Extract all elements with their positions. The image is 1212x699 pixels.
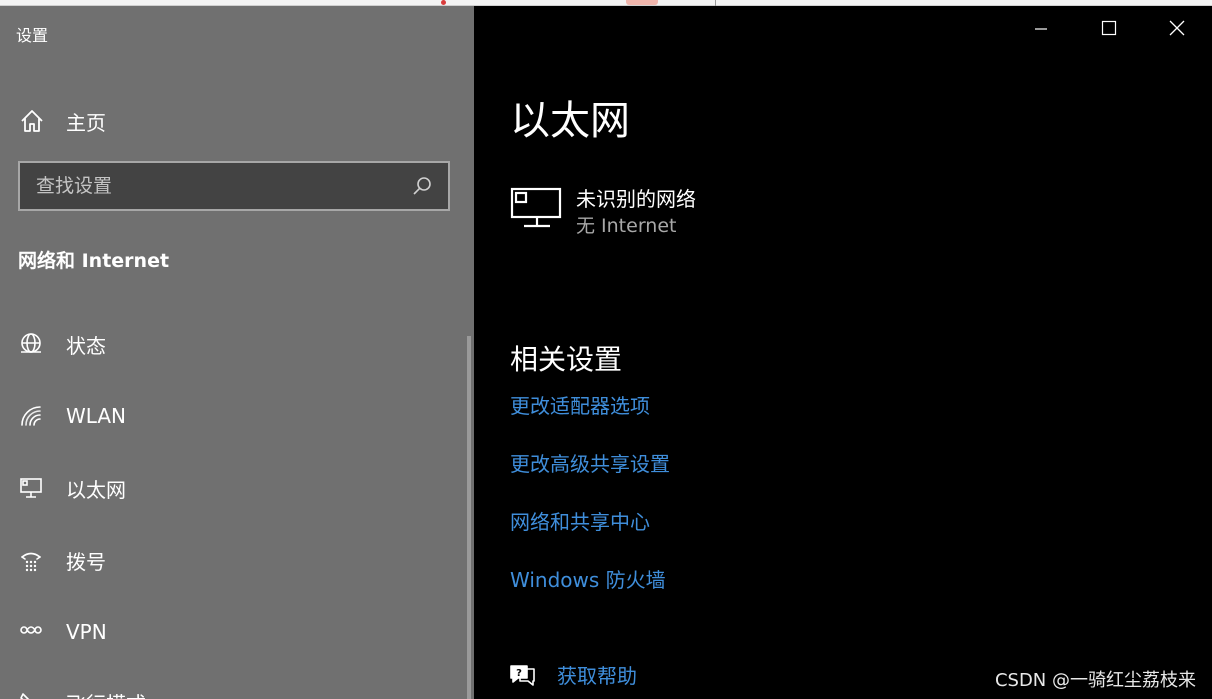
- maximize-button[interactable]: [1074, 6, 1144, 54]
- sidebar-item-label: 以太网: [66, 477, 126, 502]
- section-title: 网络和 Internet: [18, 250, 170, 272]
- search-input[interactable]: [36, 175, 410, 197]
- wifi-icon: [18, 403, 44, 429]
- sidebar-item-wlan[interactable]: WLAN: [18, 394, 458, 438]
- page-title: 以太网: [510, 98, 630, 144]
- link-network-sharing-center[interactable]: 网络和共享中心: [510, 506, 650, 535]
- link-windows-firewall[interactable]: Windows 防火墙: [510, 564, 666, 593]
- minimize-button[interactable]: [1006, 6, 1076, 54]
- vpn-icon: [18, 619, 44, 645]
- network-name: 未识别的网络: [576, 187, 696, 211]
- sidebar-item-label: WLAN: [66, 404, 127, 428]
- sidebar-item-ethernet[interactable]: 以太网: [18, 466, 458, 510]
- dialup-icon: [18, 547, 44, 573]
- related-settings-title: 相关设置: [510, 343, 623, 376]
- svg-text:?: ?: [516, 668, 522, 679]
- ethernet-icon: [18, 475, 44, 501]
- help-chat-icon: ?: [508, 661, 536, 689]
- search-box[interactable]: [18, 161, 450, 211]
- watermark: CSDN @一骑红尘荔枝来: [994, 670, 1196, 691]
- sidebar-item-label: 主页: [66, 110, 106, 135]
- globe-icon: [18, 331, 44, 357]
- sidebar-item-home[interactable]: 主页: [18, 101, 458, 141]
- home-icon: [18, 107, 46, 135]
- link-adapter-options[interactable]: 更改适配器选项: [510, 390, 650, 419]
- app-title: 设置: [16, 26, 49, 45]
- sidebar-item-label: VPN: [66, 620, 107, 644]
- help-link[interactable]: 获取帮助: [557, 660, 637, 689]
- close-button[interactable]: [1142, 6, 1212, 54]
- airplane-icon: [18, 689, 44, 699]
- sidebar-item-label: 状态: [66, 333, 106, 358]
- link-advanced-sharing[interactable]: 更改高级共享设置: [510, 448, 670, 477]
- sidebar-item-status[interactable]: 状态: [18, 322, 458, 366]
- sidebar-item-airplane[interactable]: 飞行模式: [18, 680, 458, 699]
- sidebar-item-vpn[interactable]: VPN: [18, 610, 458, 654]
- close-icon: [1169, 20, 1185, 40]
- sidebar-item-label: 拨号: [66, 549, 106, 574]
- sidebar-scrollbar[interactable]: [467, 336, 471, 699]
- maximize-icon: [1101, 20, 1117, 40]
- sidebar-item-label: 飞行模式: [66, 688, 146, 699]
- sidebar-item-dialup[interactable]: 拨号: [18, 538, 458, 582]
- network-connectivity: 无 Internet: [576, 215, 677, 237]
- minimize-icon: [1034, 21, 1048, 40]
- strip-separator: [715, 0, 716, 6]
- network-status: 未识别的网络 无 Internet: [510, 186, 696, 240]
- tab-highlight: [626, 0, 658, 5]
- get-help[interactable]: ? 获取帮助: [508, 660, 637, 689]
- sidebar: 设置 主页 网络和 Internet 状态: [0, 6, 474, 699]
- ethernet-network-icon: [510, 186, 564, 232]
- search-icon[interactable]: [410, 174, 434, 198]
- record-dot: [441, 0, 446, 5]
